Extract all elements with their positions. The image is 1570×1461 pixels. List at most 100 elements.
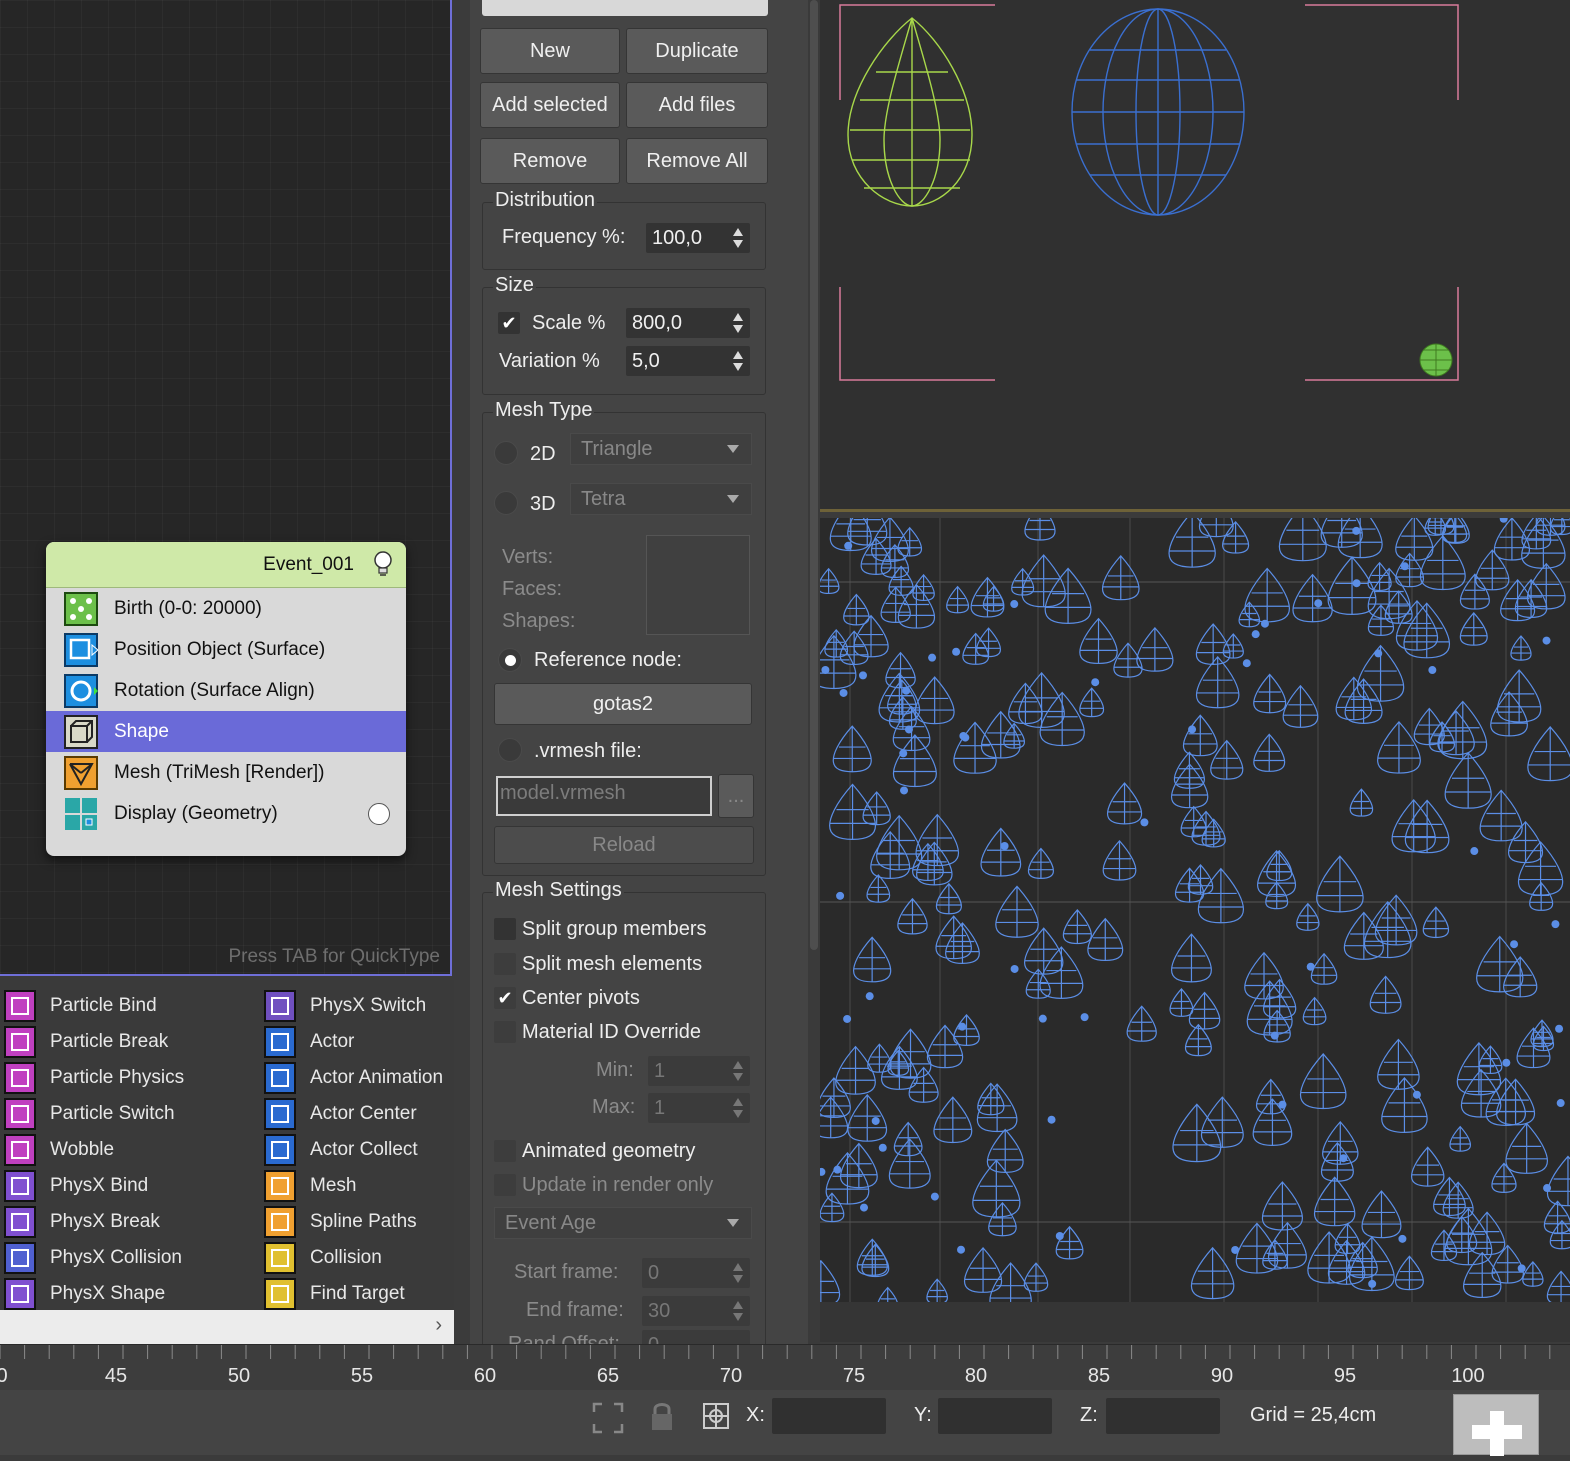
depot-item-collision[interactable]: Collision: [264, 1240, 382, 1276]
absolute-mode-icon[interactable]: [702, 1402, 730, 1430]
viewport-perspective[interactable]: [820, 518, 1570, 1302]
min-spinner[interactable]: 1: [648, 1056, 750, 1086]
mesh-2d-dropdown[interactable]: Triangle: [570, 433, 752, 465]
operator-birth[interactable]: Birth (0-0: 20000): [46, 588, 406, 629]
particle-drop: [1546, 1155, 1570, 1207]
frequency-spinner[interactable]: 100,0: [646, 223, 750, 253]
remove-button[interactable]: Remove: [480, 138, 620, 184]
spinner-arrows-icon[interactable]: [732, 1060, 744, 1082]
variation-spinner[interactable]: 5,0: [626, 346, 750, 376]
depot-item-spline-paths[interactable]: Spline Paths: [264, 1204, 417, 1240]
operator-shape[interactable]: Shape: [46, 711, 406, 752]
spinner-arrows-icon[interactable]: [732, 1097, 744, 1119]
update-render-checkbox[interactable]: [494, 1174, 516, 1196]
spinner-arrows-icon[interactable]: [732, 1300, 744, 1322]
center-pivots-checkbox[interactable]: ✔: [494, 987, 516, 1009]
mesh-3d-dropdown[interactable]: Tetra: [570, 483, 752, 515]
end-frame-spinner[interactable]: 30: [642, 1296, 750, 1326]
material-id-checkbox[interactable]: [494, 1021, 516, 1043]
depot-item-physx-break[interactable]: PhysX Break: [4, 1204, 160, 1240]
particle-drop: [1200, 1096, 1244, 1148]
depot-item-physx-bind[interactable]: PhysX Bind: [4, 1168, 148, 1204]
distribution-title: Distribution: [493, 189, 598, 212]
start-frame-spinner[interactable]: 0: [642, 1258, 750, 1288]
new-button[interactable]: New: [480, 28, 620, 74]
depot-item-label: Actor Animation: [310, 1067, 444, 1088]
lock-icon[interactable]: [648, 1400, 676, 1434]
event-age-dropdown[interactable]: Event Age: [494, 1207, 752, 1239]
browse-button[interactable]: ...: [718, 774, 754, 818]
split-group-checkbox[interactable]: [494, 918, 516, 940]
spinner-arrows-icon[interactable]: [732, 312, 744, 334]
particle-graph[interactable]: Event_001 Birth (0-0: 20000) Position Ob…: [0, 0, 452, 976]
operator-rotation[interactable]: Rotation (Surface Align): [46, 670, 406, 711]
mesh-type-2d-radio[interactable]: [494, 441, 518, 465]
particle-drop: [1253, 733, 1286, 772]
viewport-top[interactable]: [820, 0, 1570, 512]
duplicate-button[interactable]: Duplicate: [626, 28, 768, 74]
scale-spinner[interactable]: 800,0: [626, 308, 750, 338]
depot-item-actor-animation[interactable]: Actor Animation: [264, 1060, 443, 1096]
x-coordinate-field[interactable]: [772, 1398, 886, 1434]
spinner-arrows-icon[interactable]: [732, 350, 744, 372]
spinner-arrows-icon[interactable]: [732, 227, 744, 249]
particle-drop: [1316, 855, 1364, 913]
depot-scrollbar[interactable]: ›: [0, 1310, 454, 1344]
depot-item-actor[interactable]: Actor: [264, 1024, 354, 1060]
operator-mesh[interactable]: Mesh (TriMesh [Render]): [46, 752, 406, 793]
max-spinner[interactable]: 1: [648, 1093, 750, 1123]
mesh-type-3d-radio[interactable]: [494, 491, 518, 515]
selection-region-icon[interactable]: [590, 1400, 626, 1436]
panel-scroll-thumb[interactable]: [810, 0, 818, 950]
particle-bind-icon: [4, 990, 36, 1022]
split-mesh-checkbox[interactable]: [494, 953, 516, 975]
depot-item-physx-switch[interactable]: PhysX Switch: [264, 988, 426, 1024]
vrmesh-path-field[interactable]: model.vrmesh: [496, 776, 712, 816]
vrmesh-label: .vrmesh file:: [534, 740, 642, 762]
add-files-button[interactable]: Add files: [626, 82, 768, 128]
depot-item-actor-center[interactable]: Actor Center: [264, 1096, 417, 1132]
depot-item-particle-bind[interactable]: Particle Bind: [4, 988, 157, 1024]
operator-position-object[interactable]: Position Object (Surface): [46, 629, 406, 670]
depot-item-label: PhysX Break: [50, 1211, 160, 1232]
display-color-swatch[interactable]: [368, 802, 390, 825]
depot-item-particle-switch[interactable]: Particle Switch: [4, 1096, 175, 1132]
depot-item-find-target[interactable]: Find Target: [264, 1276, 405, 1312]
depot-item-physx-collision[interactable]: PhysX Collision: [4, 1240, 182, 1276]
depot-item-particle-break[interactable]: Particle Break: [4, 1024, 168, 1060]
particle-drop: [1422, 906, 1450, 939]
scroll-right-icon[interactable]: ›: [435, 1314, 442, 1337]
y-label: Y:: [914, 1404, 932, 1426]
y-coordinate-field[interactable]: [938, 1398, 1052, 1434]
scale-checkbox[interactable]: ✔: [498, 312, 520, 334]
particle-dot: [902, 686, 911, 695]
event-node[interactable]: Event_001 Birth (0-0: 20000) Position Ob…: [46, 542, 406, 856]
actor-center-icon: [264, 1098, 296, 1130]
depot-item-wobble[interactable]: Wobble: [4, 1132, 114, 1168]
particle-drop: [1296, 902, 1320, 931]
spinner-arrows-icon[interactable]: [732, 1262, 744, 1284]
z-coordinate-field[interactable]: [1106, 1398, 1220, 1434]
reload-button[interactable]: Reload: [494, 826, 754, 864]
animated-geometry-checkbox[interactable]: [494, 1140, 516, 1162]
rand-offset-spinner[interactable]: 0: [642, 1330, 750, 1345]
timeline-ruler[interactable]: 0 45 50 55 60 65 70 75 80 85 90 95 100: [0, 1344, 1570, 1390]
depot-item-actor-collect[interactable]: Actor Collect: [264, 1132, 418, 1168]
panel-scrollbar[interactable]: [808, 0, 820, 1345]
vrmesh-radio[interactable]: [498, 738, 522, 762]
particle-dot: [1260, 619, 1269, 628]
reference-node-radio[interactable]: [498, 648, 522, 672]
particle-dot: [865, 992, 874, 1001]
operator-display[interactable]: Display (Geometry): [46, 793, 406, 834]
reference-node-button[interactable]: gotas2: [494, 683, 752, 725]
depot-item-mesh[interactable]: Mesh: [264, 1168, 356, 1204]
particle-drop: [1337, 518, 1383, 559]
add-selected-button[interactable]: Add selected: [480, 82, 620, 128]
depot-item-particle-physics[interactable]: Particle Physics: [4, 1060, 184, 1096]
add-time-tag-button[interactable]: [1453, 1394, 1539, 1456]
remove-all-button[interactable]: Remove All: [626, 138, 768, 184]
event-header[interactable]: Event_001: [46, 542, 406, 588]
shape-list-scrollbar[interactable]: [482, 0, 768, 16]
depot-item-physx-shape[interactable]: PhysX Shape: [4, 1276, 165, 1312]
lightbulb-icon[interactable]: [372, 550, 394, 578]
